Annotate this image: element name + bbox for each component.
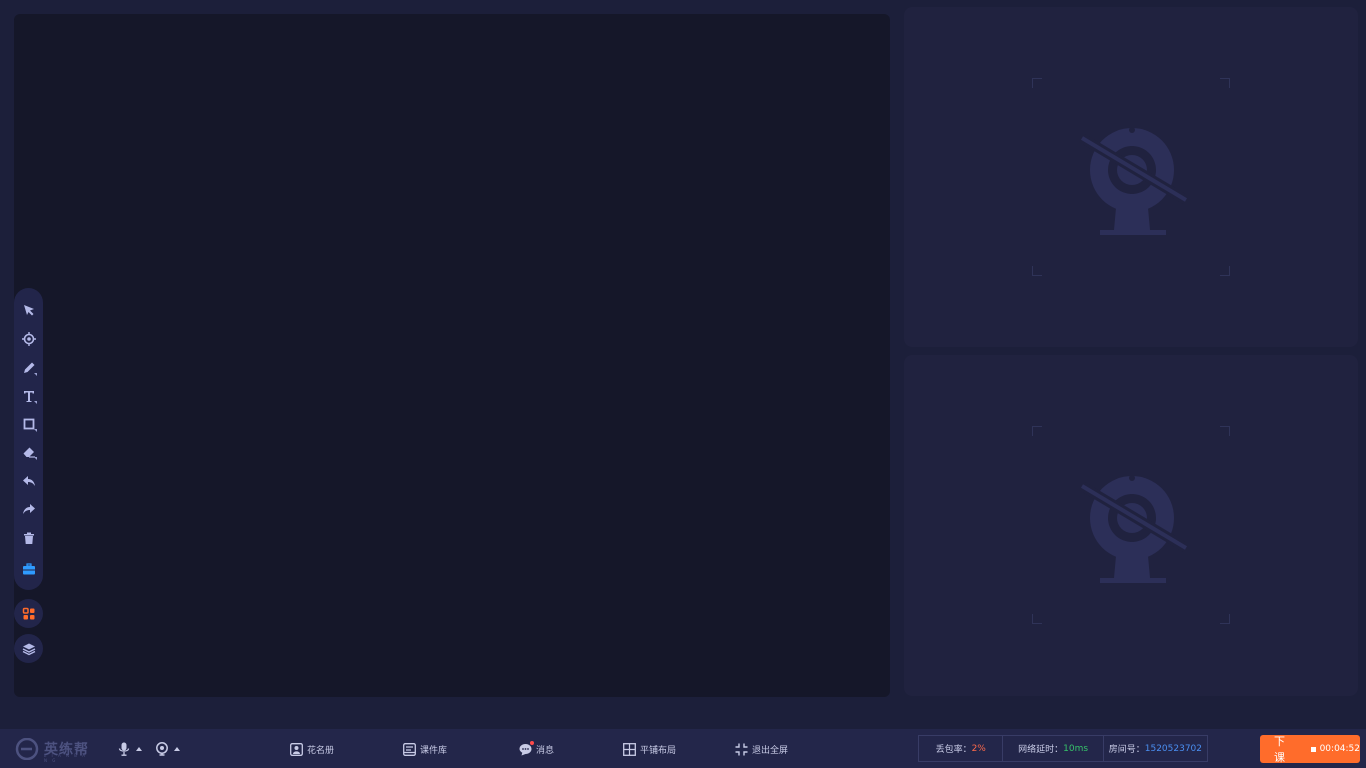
- roster-icon: [290, 742, 303, 756]
- clear-icon: [23, 532, 34, 544]
- microphone-icon: [118, 742, 130, 756]
- room-number-value: 1520523702: [1144, 743, 1203, 754]
- text-tool[interactable]: [18, 385, 39, 406]
- recording-indicator: [1310, 746, 1316, 752]
- pen-tool[interactable]: [18, 357, 39, 378]
- courseware-button[interactable]: 课件库: [403, 741, 447, 757]
- undo-icon: [22, 475, 35, 486]
- messages-label: 消息: [536, 745, 555, 756]
- bottom-bar: 英练帮 L I A N B A N G 花名册 课件库 消息 平铺布局 退出全屏…: [0, 729, 1366, 768]
- messages-button[interactable]: 消息: [519, 740, 555, 757]
- brand-logo: 英练帮 L I A N B A N G: [14, 738, 89, 763]
- layers-icon: [22, 643, 35, 655]
- exit-fullscreen-label: 退出全屏: [752, 745, 789, 756]
- room-number-label: 房间号：: [1108, 745, 1145, 755]
- exit-fullscreen-icon: [735, 743, 748, 755]
- select-icon: [23, 304, 34, 315]
- undo-button[interactable]: [18, 470, 39, 491]
- roster-label: 花名册: [307, 745, 335, 756]
- redo-icon: [22, 503, 35, 514]
- camera-off-icon: [1079, 127, 1188, 235]
- unread-dot: [530, 740, 534, 745]
- drawing-toolbar: [14, 288, 43, 590]
- laser-pointer-tool[interactable]: [18, 328, 39, 349]
- courseware-label: 课件库: [420, 745, 448, 756]
- camera-menu-caret[interactable]: [174, 747, 180, 751]
- latency-label: 网络延时：: [1018, 745, 1064, 755]
- shape-tool[interactable]: [18, 413, 39, 434]
- whiteboard-canvas[interactable]: [14, 14, 890, 697]
- video-placeholder: [1032, 426, 1230, 624]
- video-panel-student: [904, 355, 1358, 696]
- packet-loss-label: 丢包率：: [935, 745, 972, 755]
- logo-subtext: L I A N B A N G: [44, 753, 87, 763]
- microphone-toggle[interactable]: [117, 741, 142, 757]
- camera-off-icon: [1079, 475, 1188, 583]
- toolbox-icon: [22, 562, 35, 574]
- grid-layout-icon: [623, 742, 636, 756]
- layers-button[interactable]: [14, 634, 43, 663]
- end-class-label: 下课: [1274, 735, 1288, 764]
- tile-layout-label: 平铺布局: [640, 745, 677, 756]
- class-timer: 00:04:52: [1319, 744, 1360, 754]
- video-placeholder: [1032, 78, 1230, 276]
- apps-button[interactable]: [14, 599, 43, 628]
- latency-value: 10ms: [1063, 743, 1089, 754]
- packet-loss-value: 2%: [971, 743, 986, 754]
- laser-pointer-icon: [21, 331, 36, 346]
- courseware-icon: [403, 742, 416, 756]
- clear-button[interactable]: [18, 527, 39, 548]
- connection-stats: 丢包率： 2% 网络延时： 10ms 房间号： 1520523702: [918, 735, 1208, 762]
- packet-loss-stat: 丢包率： 2%: [919, 736, 1004, 761]
- camera-icon: [156, 742, 168, 756]
- microphone-menu-caret[interactable]: [136, 747, 142, 751]
- logo-icon: [15, 738, 39, 760]
- camera-toggle[interactable]: [155, 741, 180, 757]
- eraser-tool[interactable]: [18, 441, 39, 462]
- room-number-stat: 房间号： 1520523702: [1104, 736, 1207, 761]
- video-panel-teacher: [904, 7, 1358, 347]
- roster-button[interactable]: 花名册: [290, 741, 334, 757]
- tile-layout-button[interactable]: 平铺布局: [623, 741, 676, 757]
- redo-button[interactable]: [18, 498, 39, 519]
- exit-fullscreen-button[interactable]: 退出全屏: [735, 741, 788, 757]
- select-tool[interactable]: [18, 299, 39, 320]
- toolbox-button[interactable]: [18, 558, 39, 579]
- end-class-button[interactable]: 下课 00:04:52: [1260, 735, 1360, 764]
- apps-grid-icon: [22, 607, 34, 619]
- latency-stat: 网络延时： 10ms: [1003, 736, 1104, 761]
